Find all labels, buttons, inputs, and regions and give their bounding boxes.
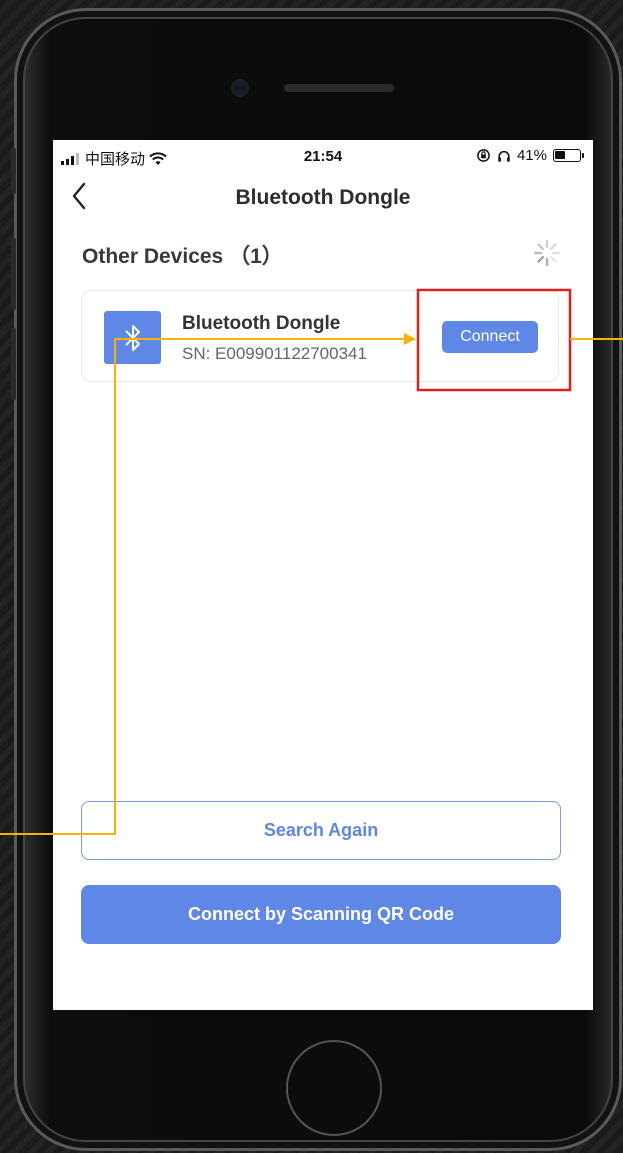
battery-percent: 41% [516, 147, 547, 164]
volume-up-button [11, 238, 16, 310]
scan-qr-button[interactable]: Connect by Scanning QR Code [81, 885, 561, 944]
bluetooth-icon [104, 311, 161, 364]
page-title: Bluetooth Dongle [235, 186, 411, 209]
search-again-button[interactable]: Search Again [81, 801, 561, 860]
loading-spinner-icon [533, 239, 561, 267]
device-name: Bluetooth Dongle [182, 313, 341, 334]
front-camera [233, 81, 247, 95]
mute-switch [11, 148, 16, 194]
device-card[interactable]: Bluetooth Dongle SN: E009901122700341 Co… [81, 290, 559, 382]
earpiece-speaker [284, 84, 394, 92]
other-devices-heading: Other Devices （1） [82, 245, 283, 268]
volume-down-button [11, 328, 16, 400]
home-button[interactable] [286, 1040, 382, 1136]
app-screen: 中国移动 21:54 41% Bluetooth Dongle Other De… [53, 140, 593, 1010]
headphones-icon [498, 150, 510, 162]
connect-button[interactable]: Connect [442, 321, 538, 353]
battery-icon [553, 149, 584, 162]
status-bar: 中国移动 21:54 41% [53, 140, 593, 174]
device-serial-number: SN: E009901122700341 [182, 344, 367, 363]
lock-rotation-icon [477, 149, 490, 162]
nav-bar: Bluetooth Dongle [53, 178, 593, 218]
